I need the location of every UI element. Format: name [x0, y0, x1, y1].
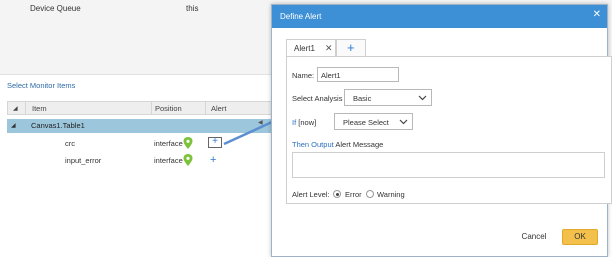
close-icon[interactable]: ✕: [325, 43, 333, 54]
group-row[interactable]: ◢ Canvas1.Table1: [7, 119, 277, 133]
tab-label: Alert1: [294, 44, 315, 53]
item-name: crc: [65, 139, 75, 148]
define-alert-dialog: Define Alert ✕ Alert1 ✕ + Name: Alert1 S…: [271, 4, 612, 257]
warning-radio[interactable]: [366, 190, 374, 198]
chevron-down-icon: [399, 119, 408, 125]
add-tab-button[interactable]: +: [336, 39, 366, 57]
section-title: Select Monitor Items: [7, 81, 76, 90]
ok-button[interactable]: OK: [562, 229, 598, 245]
analysis-label: Select Analysis: [292, 94, 343, 103]
name-label: Name:: [292, 71, 315, 80]
table-row[interactable]: crc interface +: [7, 136, 277, 150]
expand-icon[interactable]: ◢: [11, 122, 16, 129]
map-pin-icon: [183, 154, 193, 166]
plus-icon: +: [347, 40, 355, 55]
chevron-down-icon: [418, 95, 427, 101]
grid-header: ◢ Item Position Alert: [7, 101, 277, 115]
add-alert-button[interactable]: +: [210, 155, 216, 166]
then-output-link[interactable]: Then Output: [292, 140, 334, 149]
if-label: If [now]: [292, 118, 316, 127]
collapse-all-icon[interactable]: ◢: [13, 105, 18, 112]
scroll-arrow-icon[interactable]: ◀: [258, 119, 263, 126]
alert-message-input[interactable]: [292, 152, 605, 178]
alert-level-label: Alert Level:: [292, 190, 330, 199]
condition-value: Please Select: [343, 118, 389, 127]
group-label: Canvas1.Table1: [31, 121, 85, 130]
warning-label: Warning: [377, 190, 405, 199]
alert-form-panel: Name: Alert1 Select Analysis Basic If [n…: [286, 56, 612, 204]
add-alert-button[interactable]: +: [208, 137, 222, 148]
if-now: [now]: [298, 118, 317, 127]
then-output-label: Then Output Alert Message: [292, 140, 383, 149]
this-label: this: [186, 4, 199, 13]
cancel-button[interactable]: Cancel: [519, 229, 549, 245]
item-position: interface: [154, 156, 183, 165]
tab-alert1[interactable]: Alert1 ✕: [286, 39, 336, 57]
monitor-items-grid: ◢ Item Position Alert ◢ Canvas1.Table1 c…: [7, 101, 277, 257]
if-keyword: If: [292, 118, 297, 127]
column-header-alert[interactable]: Alert: [211, 104, 226, 113]
condition-select[interactable]: Please Select: [334, 113, 413, 130]
analysis-value: Basic: [353, 94, 372, 103]
dialog-header: Define Alert ✕: [272, 5, 607, 28]
name-input[interactable]: Alert1: [317, 67, 399, 82]
map-pin-icon: [183, 137, 193, 149]
analysis-select[interactable]: Basic: [344, 89, 432, 106]
error-label: Error: [345, 190, 362, 199]
item-position: interface: [154, 139, 183, 148]
dialog-title: Define Alert: [280, 12, 322, 21]
column-header-position[interactable]: Position: [155, 104, 182, 113]
error-radio[interactable]: [333, 190, 341, 198]
alert-message-label: Alert Message: [335, 140, 384, 149]
column-header-item[interactable]: Item: [32, 104, 47, 113]
table-row[interactable]: input_error interface +: [7, 153, 277, 167]
device-queue-label: Device Queue: [30, 4, 81, 13]
close-icon[interactable]: ✕: [593, 10, 601, 20]
item-name: input_error: [65, 156, 102, 165]
